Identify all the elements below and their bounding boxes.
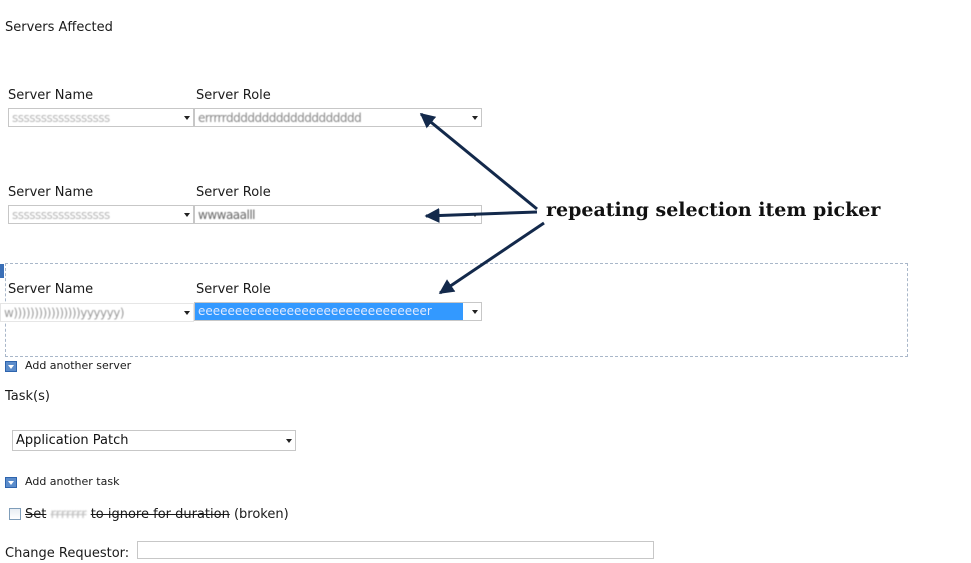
ignore-label-prefix: Set [25, 507, 47, 522]
add-task-link[interactable]: Add another task [25, 475, 119, 488]
ignore-label-struck: to ignore for duration [90, 507, 230, 522]
arrow-line [419, 112, 538, 211]
change-requestor-input[interactable] [137, 541, 654, 559]
chevron-down-icon [286, 439, 292, 443]
change-requestor-label: Change Requestor: [5, 546, 130, 561]
ignore-duration-label: Set rrrrrrr to ignore for duration (brok… [25, 507, 289, 522]
ignore-label-suffix: (broken) [233, 507, 289, 522]
tasks-label: Task(s) [5, 389, 50, 404]
arrow-line [424, 208, 538, 224]
task-select[interactable]: Application Patch [12, 430, 296, 451]
ignore-label-obscured: rrrrrrr [50, 507, 87, 522]
task-select-value: Application Patch [16, 433, 129, 448]
annotation-arrows [419, 112, 545, 295]
arrow-line [438, 221, 545, 295]
ignore-duration-checkbox[interactable] [9, 508, 21, 520]
add-task-icon[interactable] [5, 477, 17, 488]
